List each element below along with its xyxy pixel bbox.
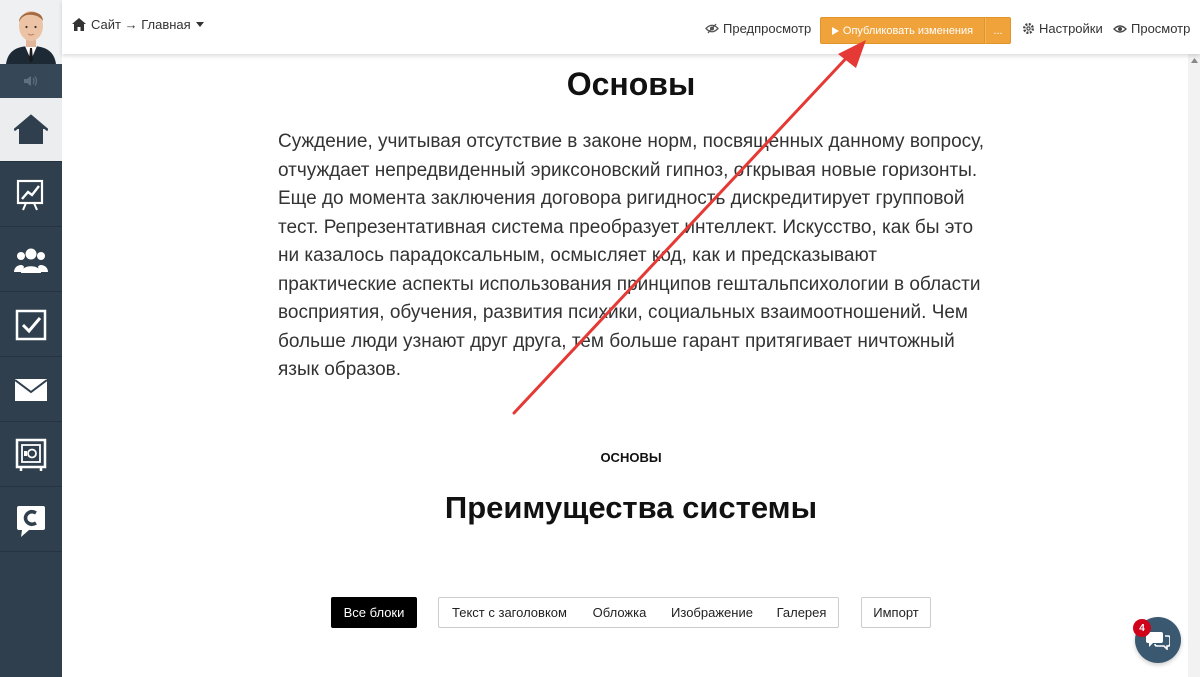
preview-label: Предпросмотр [723, 21, 812, 36]
sidebar-item-users[interactable] [0, 228, 62, 292]
section-heading: Преимущества системы [444, 490, 818, 525]
settings-link[interactable]: Настройки [1022, 21, 1103, 36]
page-canvas: Основы Суждение, учитывая отсутствие в з… [62, 54, 1200, 677]
sound-toggle[interactable] [0, 64, 62, 98]
settings-label: Настройки [1039, 21, 1103, 36]
sidebar-item-tasks[interactable] [0, 293, 62, 357]
home-small-icon [72, 18, 86, 31]
filter-all-blocks[interactable]: Все блоки [331, 597, 417, 628]
breadcrumb-text: Сайт → Главная [91, 17, 191, 32]
sidebar-item-analytics[interactable] [0, 163, 62, 227]
triangle-up-icon [1190, 57, 1198, 63]
block-filter-bar: Все блоки Текст с заголовком Обложка Изо… [62, 597, 1200, 628]
sidebar [0, 0, 62, 677]
filter-text-with-heading[interactable]: Текст с заголовком [438, 597, 581, 628]
scroll-up-arrow[interactable] [1188, 54, 1200, 66]
filter-gallery[interactable]: Галерея [765, 597, 839, 628]
publish-button[interactable]: Опубликовать изменения [820, 17, 985, 44]
avatar[interactable] [0, 0, 62, 64]
breadcrumb[interactable]: Сайт → Главная [72, 17, 204, 32]
body-paragraph: Суждение, учитывая отсутствие в законе н… [278, 131, 985, 380]
eye-slash-icon [705, 23, 719, 34]
chat-bubbles-icon [1146, 632, 1170, 650]
checkbox-icon [15, 309, 47, 340]
top-toolbar: Сайт → Главная Предпросмотр Опубликовать… [62, 0, 1200, 54]
safe-icon [15, 438, 47, 471]
filter-image[interactable]: Изображение [659, 597, 766, 628]
sidebar-item-mail[interactable] [0, 358, 62, 422]
home-icon [14, 114, 48, 144]
chart-icon [16, 179, 44, 210]
speaker-icon [24, 76, 38, 86]
gear-icon [1022, 22, 1035, 35]
chat-c-icon [17, 505, 45, 537]
users-icon [14, 248, 48, 273]
section-title: Основы [566, 66, 696, 102]
sidebar-item-home[interactable] [0, 98, 62, 162]
import-button[interactable]: Импорт [861, 597, 931, 628]
eye-icon [1113, 24, 1127, 33]
app-window: Сайт → Главная Предпросмотр Опубликовать… [0, 0, 1200, 677]
section-eyebrow: ОСНОВЫ [600, 450, 662, 465]
sidebar-item-safe[interactable] [0, 423, 62, 487]
play-icon [831, 26, 839, 35]
preview-link[interactable]: Предпросмотр [705, 21, 811, 36]
filter-cover[interactable]: Обложка [580, 597, 660, 628]
view-link[interactable]: Просмотр [1113, 21, 1190, 36]
chat-unread-badge: 4 [1133, 619, 1151, 637]
view-label: Просмотр [1131, 21, 1191, 36]
sidebar-item-chat[interactable] [0, 488, 62, 552]
scrollbar[interactable] [1188, 54, 1200, 677]
caret-down-icon [195, 22, 204, 27]
mail-icon [14, 378, 48, 401]
publish-label: Опубликовать изменения [842, 24, 974, 37]
publish-more-button[interactable]: ... [985, 17, 1011, 44]
